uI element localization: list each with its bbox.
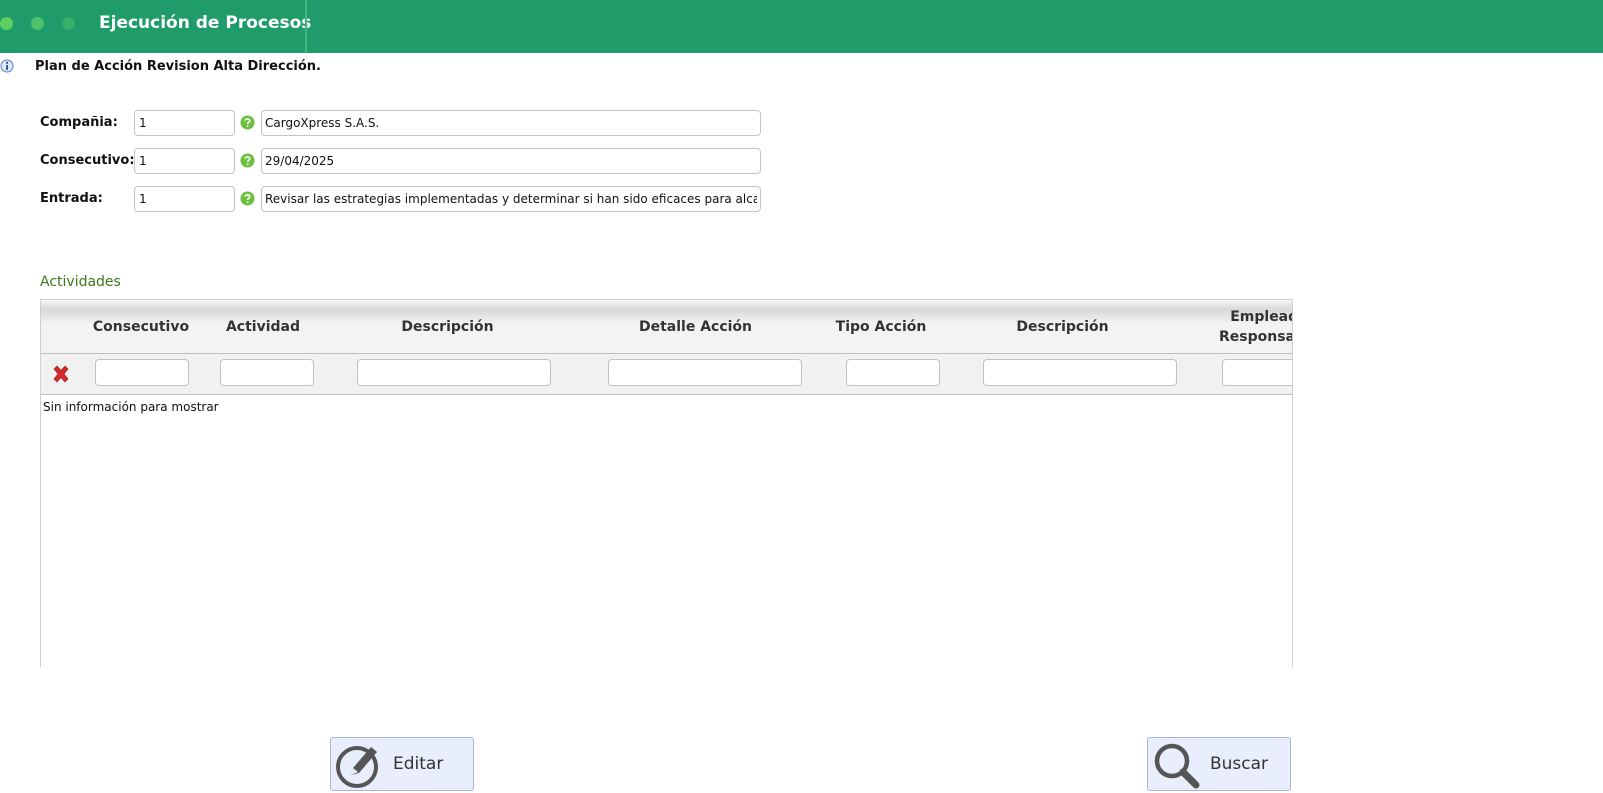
filter-responsible-employee-input[interactable] — [1222, 359, 1292, 386]
edit-button[interactable]: Editar — [330, 737, 474, 791]
column-header-activity[interactable]: Actividad — [216, 317, 310, 337]
edit-pencil-icon — [336, 746, 378, 788]
filter-description-2-input[interactable] — [983, 359, 1177, 386]
entry-help-icon[interactable] — [240, 191, 255, 206]
consecutive-description-field[interactable] — [261, 148, 761, 174]
filter-action-detail-input[interactable] — [608, 359, 802, 386]
clear-filter-icon[interactable] — [51, 364, 71, 384]
search-button[interactable]: Buscar — [1147, 737, 1291, 791]
app-title: Ejecución de Procesos — [99, 13, 312, 33]
grid-filter-row — [41, 354, 1292, 395]
app-header: Ejecución de Procesos — [0, 0, 1603, 53]
column-header-responsible-employee[interactable]: Empleado Responsable — [1219, 307, 1292, 347]
page-subtitle: Plan de Acción Revision Alta Dirección. — [35, 59, 321, 74]
window-dot-icon — [31, 17, 44, 30]
entry-label: Entrada: — [40, 191, 103, 206]
company-code-input[interactable] — [134, 110, 235, 136]
activities-section-title: Actividades — [40, 274, 121, 290]
column-header-action-detail[interactable]: Detalle Acción — [599, 317, 792, 337]
activities-grid: Consecutivo Actividad Descripción Detall… — [40, 299, 1293, 667]
edit-button-label: Editar — [393, 754, 444, 774]
column-header-description-2[interactable]: Descripción — [966, 317, 1159, 337]
filter-activity-input[interactable] — [220, 359, 314, 386]
grid-empty-message: Sin información para mostrar — [43, 400, 219, 414]
column-header-consecutive[interactable]: Consecutivo — [91, 317, 191, 337]
header-divider — [305, 0, 307, 53]
entry-code-input[interactable] — [134, 186, 235, 212]
entry-description-field[interactable] — [261, 186, 761, 212]
grid-header: Consecutivo Actividad Descripción Detall… — [41, 300, 1292, 354]
column-header-description[interactable]: Descripción — [351, 317, 544, 337]
info-icon — [0, 59, 14, 73]
company-help-icon[interactable] — [240, 115, 255, 130]
consecutive-help-icon[interactable] — [240, 153, 255, 168]
filter-consecutive-input[interactable] — [95, 359, 189, 386]
filter-action-type-input[interactable] — [846, 359, 940, 386]
consecutive-label: Consecutivo: — [40, 153, 135, 168]
search-button-label: Buscar — [1210, 754, 1269, 774]
column-header-action-type[interactable]: Tipo Acción — [834, 317, 928, 337]
company-description-field[interactable] — [261, 110, 761, 136]
search-icon — [1154, 743, 1200, 789]
window-dot-icon — [62, 17, 75, 30]
consecutive-code-input[interactable] — [134, 148, 235, 174]
filter-description-input[interactable] — [357, 359, 551, 386]
company-label: Compañia: — [40, 115, 118, 130]
window-dot-icon — [0, 17, 13, 30]
